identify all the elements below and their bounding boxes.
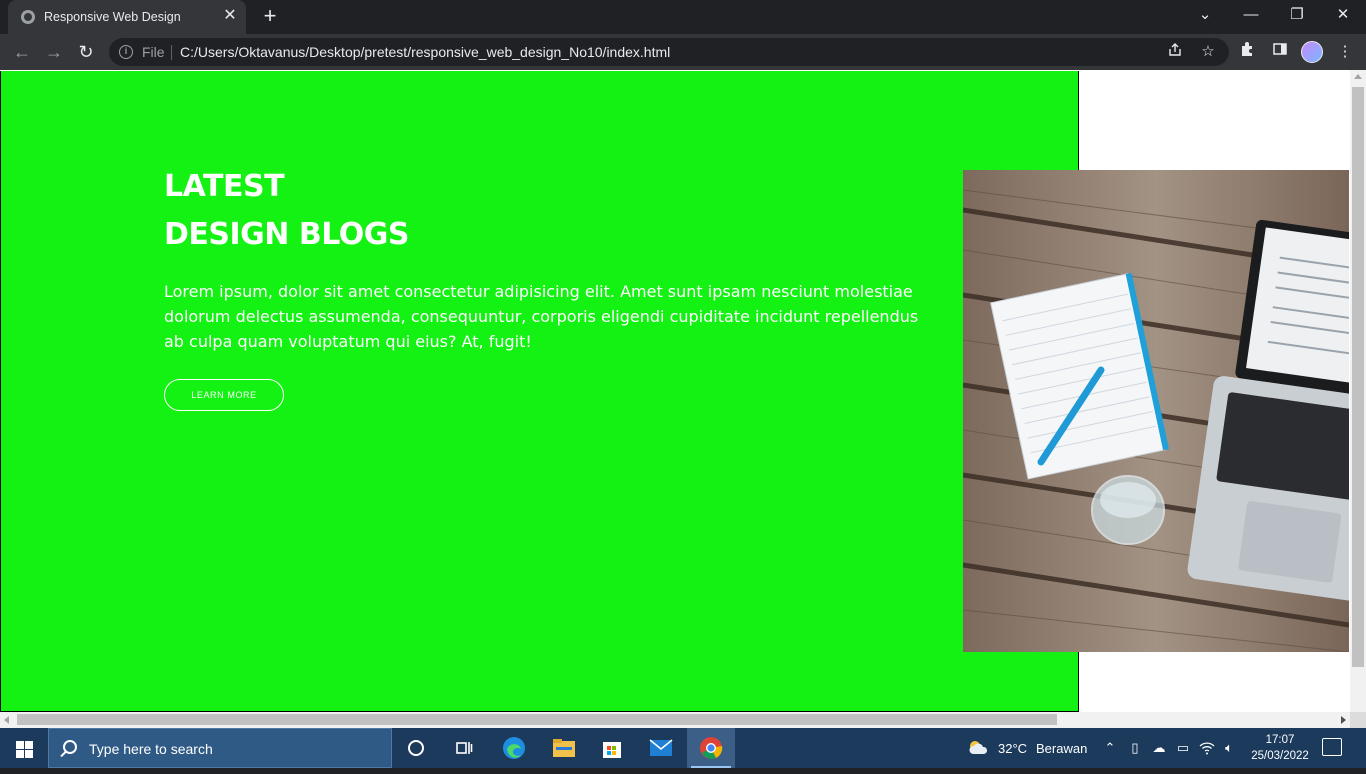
page-viewport: LATEST DESIGN BLOGS Lorem ipsum, dolor s… xyxy=(0,70,1366,728)
reload-button[interactable]: ↻ xyxy=(74,40,98,64)
start-button[interactable] xyxy=(0,728,48,768)
tab-close-icon[interactable]: ✕ xyxy=(220,6,240,26)
horizontal-scroll-thumb[interactable] xyxy=(17,714,1057,725)
hero-heading: LATEST DESIGN BLOGS xyxy=(164,163,410,259)
system-clock[interactable]: 17:07 25/03/2022 xyxy=(1245,732,1315,764)
cortana-icon[interactable] xyxy=(392,728,440,768)
security-label: File xyxy=(142,44,165,60)
vertical-scroll-thumb[interactable] xyxy=(1352,87,1364,667)
tab-search-icon[interactable]: ⌄ xyxy=(1182,0,1228,32)
browser-tab[interactable]: Responsive Web Design ✕ xyxy=(8,0,246,34)
heading-line-2: DESIGN BLOGS xyxy=(164,217,410,252)
heading-line-1: LATEST xyxy=(164,169,285,204)
globe-icon xyxy=(21,10,35,24)
store-icon[interactable] xyxy=(588,728,636,768)
clock-date: 25/03/2022 xyxy=(1251,750,1309,762)
clock-time: 17:07 xyxy=(1265,734,1295,746)
profile-avatar[interactable] xyxy=(1301,41,1323,63)
side-panel-icon[interactable] xyxy=(1269,41,1291,63)
chevron-up-icon[interactable]: ⌃ xyxy=(1101,738,1119,758)
scroll-right-icon[interactable] xyxy=(1341,716,1346,724)
vertical-scrollbar[interactable] xyxy=(1350,70,1366,712)
windows-logo-pane xyxy=(25,750,33,758)
weather-description[interactable]: Berawan xyxy=(1036,741,1087,756)
volume-icon[interactable]: 🔈︎ xyxy=(1220,738,1238,758)
extensions-icon[interactable] xyxy=(1237,41,1259,63)
windows-logo-pane xyxy=(25,741,33,749)
url-text[interactable]: C:/Users/Oktavanus/Desktop/pretest/respo… xyxy=(180,44,670,60)
hero-description: Lorem ipsum, dolor sit amet consectetur … xyxy=(164,282,919,351)
minimize-button[interactable]: — xyxy=(1228,0,1274,32)
scroll-left-icon[interactable] xyxy=(4,716,9,724)
horizontal-scrollbar[interactable] xyxy=(0,712,1350,728)
learn-more-button[interactable]: LEARN MORE xyxy=(164,379,284,411)
info-icon[interactable]: i xyxy=(119,45,133,59)
search-placeholder: Type here to search xyxy=(89,741,213,757)
weather-temperature[interactable]: 32°C xyxy=(998,741,1027,756)
hero-image xyxy=(963,170,1349,652)
browser-toolbar: ← → ↻ i File C:/Users/Oktavanus/Desktop/… xyxy=(0,34,1366,70)
mail-icon[interactable] xyxy=(637,728,685,768)
hero-section: LATEST DESIGN BLOGS Lorem ipsum, dolor s… xyxy=(0,71,1079,712)
new-tab-button[interactable]: + xyxy=(258,5,282,29)
search-icon xyxy=(63,740,77,754)
forward-button[interactable]: → xyxy=(42,40,66,64)
tab-strip: Responsive Web Design ✕ + ⌄ — ❐ ✕ xyxy=(0,0,1366,34)
address-bar[interactable]: i File C:/Users/Oktavanus/Desktop/pretes… xyxy=(109,38,1229,66)
wifi-icon[interactable] xyxy=(1198,738,1216,758)
taskbar-search[interactable]: Type here to search xyxy=(48,728,392,768)
restore-button[interactable]: ❐ xyxy=(1274,0,1320,32)
notification-icon[interactable] xyxy=(1322,738,1342,756)
meet-now-icon[interactable]: ▯ xyxy=(1126,738,1144,758)
close-window-button[interactable]: ✕ xyxy=(1320,0,1366,32)
menu-icon[interactable]: ⋮ xyxy=(1334,41,1356,63)
tab-title: Responsive Web Design xyxy=(44,10,181,24)
divider xyxy=(171,45,172,60)
windows-logo-pane xyxy=(16,750,24,758)
onedrive-icon[interactable]: ☁ xyxy=(1150,738,1168,758)
windows-logo-icon xyxy=(16,741,24,749)
back-button[interactable]: ← xyxy=(10,40,34,64)
share-icon[interactable] xyxy=(1165,42,1185,62)
windows-taskbar: Type here to search 32°C Berawan ⌃ ▯ ☁ ▭… xyxy=(0,728,1366,768)
battery-icon[interactable]: ▭ xyxy=(1174,738,1192,758)
scroll-up-icon[interactable] xyxy=(1354,74,1362,79)
chrome-icon[interactable] xyxy=(687,728,735,768)
file-explorer-icon[interactable] xyxy=(540,728,588,768)
task-view-icon[interactable] xyxy=(440,728,488,768)
weather-cloud-icon[interactable] xyxy=(967,739,989,755)
scrollbar-corner xyxy=(1350,712,1366,728)
edge-icon[interactable] xyxy=(490,728,538,768)
star-icon[interactable]: ☆ xyxy=(1198,42,1218,62)
